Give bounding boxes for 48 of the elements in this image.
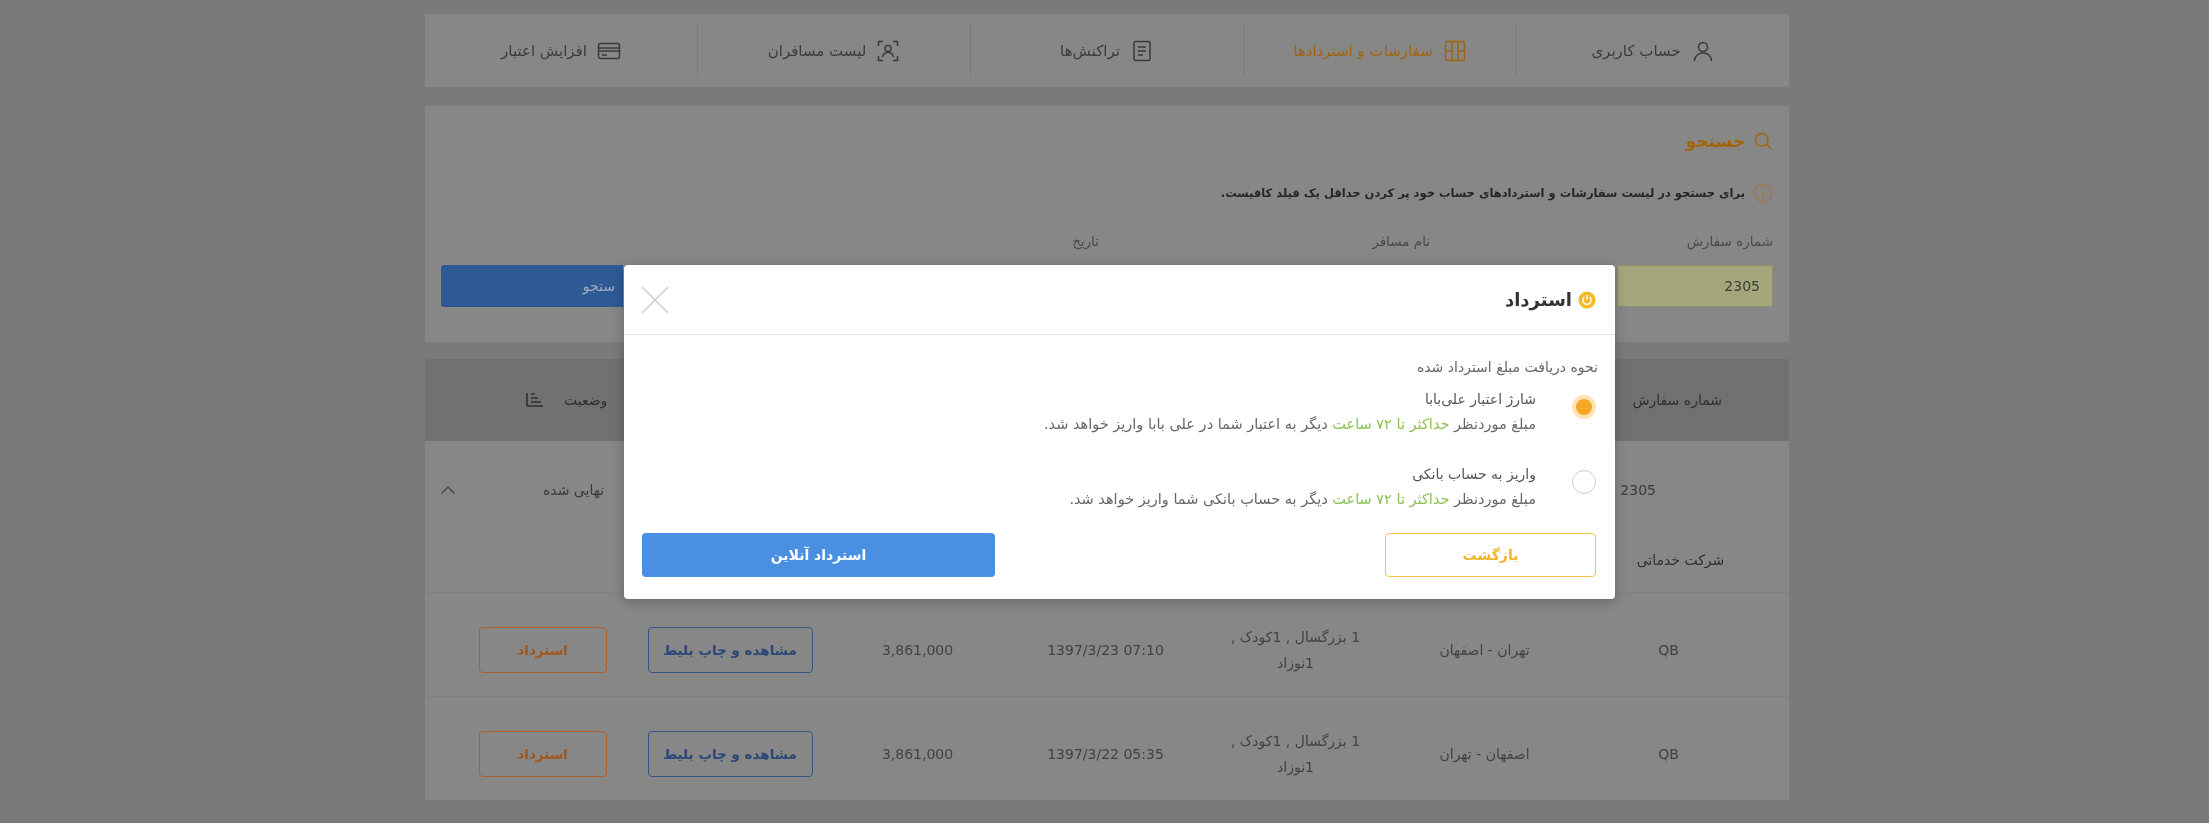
close-icon[interactable]: [641, 285, 669, 314]
online-refund-button[interactable]: استرداد آنلاین: [642, 533, 995, 577]
grid-icon: [1442, 38, 1467, 63]
sort-icon[interactable]: [524, 392, 544, 408]
table-cell-text: 1 بزرگسال , 1کودک , 1نوزاد: [1229, 627, 1362, 674]
table-cell-text: تهران - اصفهان: [1439, 640, 1530, 661]
option-description: مبلغ موردنظر حداکثر تا ۷۲ ساعت دیگر به اعتبار شما در علی بابا واریز خواهد شد.: [1043, 415, 1536, 435]
table-cell-text: 1397/3/22 05:35: [1047, 744, 1164, 764]
nav-tab[interactable]: لیست مسافران: [697, 24, 970, 77]
table-cell-text: QB: [1658, 640, 1679, 660]
search-button[interactable]: ستجو: [441, 265, 623, 307]
profile-card-icon: [876, 38, 901, 63]
table-cell-text: 3,861,000: [881, 640, 954, 660]
table-cell-text: 1397/3/23 07:10: [1047, 640, 1164, 660]
table-cell-text: QB: [1658, 744, 1679, 764]
view-ticket-button[interactable]: مشاهده و چاپ بلیط: [647, 626, 813, 673]
nav-tab[interactable]: افزایش اعتبار: [425, 24, 697, 77]
info-icon: [1753, 183, 1773, 203]
option-description: مبلغ موردنظر حداکثر تا ۷۲ ساعت دیگر به حساب بانکی شما واریز خواهد شد.: [1069, 490, 1536, 510]
nav-tab[interactable]: حساب کاربری: [1516, 24, 1789, 77]
column-header: شماره سفارش: [1632, 392, 1722, 408]
input-field[interactable]: 2305: [1617, 265, 1773, 307]
table-cell-text: 1 بزرگسال , 1کودک , 1نوزاد: [1229, 731, 1362, 778]
field-label: نام مسافر: [1372, 232, 1430, 251]
option-label: واریز به حساب بانکی: [1411, 465, 1536, 485]
radio-button[interactable]: [1572, 470, 1596, 494]
order-number: 2305: [1620, 482, 1656, 498]
refund-button[interactable]: استرداد: [478, 626, 607, 673]
table-cell-text: 3,861,000: [881, 744, 954, 764]
field-label: شماره سفارش: [1686, 232, 1773, 252]
search-title: جستجو: [1685, 130, 1745, 152]
radio-button[interactable]: [1572, 395, 1596, 419]
dialog-prompt: نحوه دریافت مبلغ استرداد شده: [1415, 358, 1598, 378]
column-header: شرکت خدماتی: [1636, 551, 1725, 568]
dialog-title: استرداد: [1504, 289, 1572, 310]
field-label: تاریخ: [1072, 232, 1099, 252]
power-icon: [1578, 290, 1596, 309]
column-header: وضعیت: [564, 392, 608, 408]
nav-tab[interactable]: تراکنش‌ها: [970, 24, 1243, 77]
table-cell-text: اصفهان - تهران: [1439, 744, 1530, 765]
search-icon: [1753, 131, 1773, 151]
view-ticket-button[interactable]: مشاهده و چاپ بلیط: [647, 730, 813, 777]
status-text: نهایی شده: [543, 482, 605, 498]
refund-button[interactable]: استرداد: [478, 730, 607, 777]
option-label: شارژ اعتبار علی‌بابا: [1423, 390, 1536, 410]
caret-icon[interactable]: [440, 485, 456, 495]
search-hint: برای جستجو در لیست سفارشات و استردادهای حساب خود پر کردن حداقل یک فیلد کافیست.: [1220, 185, 1745, 203]
back-button[interactable]: بازگشت: [1385, 533, 1596, 577]
